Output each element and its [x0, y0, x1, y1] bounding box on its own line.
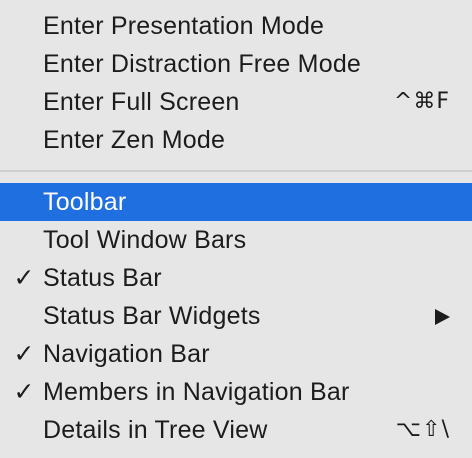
menu-item-label: Toolbar [43, 188, 127, 216]
menu-item-status-bar[interactable]: ✓ Status Bar [0, 259, 472, 297]
submenu-arrow-icon [435, 309, 450, 325]
menu-item-label: Enter Distraction Free Mode [43, 50, 362, 78]
view-appearance-menu: Enter Presentation Mode Enter Distractio… [0, 0, 472, 458]
menu-group-bars: Toolbar Tool Window Bars ✓ Status Bar St… [0, 183, 472, 449]
menu-item-tool-window-bars[interactable]: Tool Window Bars [0, 221, 472, 259]
menu-item-enter-full-screen[interactable]: Enter Full Screen ^⌘F [0, 83, 472, 121]
menu-item-status-bar-widgets[interactable]: Status Bar Widgets [0, 297, 472, 335]
menu-item-enter-distraction-free-mode[interactable]: Enter Distraction Free Mode [0, 45, 472, 83]
menu-group-modes: Enter Presentation Mode Enter Distractio… [0, 7, 472, 159]
menu-item-enter-zen-mode[interactable]: Enter Zen Mode [0, 121, 472, 159]
menu-item-enter-presentation-mode[interactable]: Enter Presentation Mode [0, 7, 472, 45]
menu-item-label: Enter Zen Mode [43, 126, 226, 154]
checkmark-icon: ✓ [13, 263, 35, 292]
checkmark-icon: ✓ [13, 377, 35, 406]
menu-item-label: Enter Full Screen [43, 88, 240, 116]
menu-item-label: Navigation Bar [43, 340, 210, 368]
checkmark-icon: ✓ [13, 339, 35, 368]
menu-item-details-in-tree-view[interactable]: Details in Tree View ⌥⇧\ [0, 411, 472, 449]
menu-item-label: Members in Navigation Bar [43, 378, 350, 406]
shortcut-full-screen: ^⌘F [393, 89, 450, 114]
menu-item-label: Tool Window Bars [43, 226, 247, 254]
menu-item-toolbar[interactable]: Toolbar [0, 183, 472, 221]
menu-item-label: Status Bar [43, 264, 162, 292]
shortcut-details-in-tree-view: ⌥⇧\ [395, 417, 450, 442]
menu-item-members-in-navigation-bar[interactable]: ✓ Members in Navigation Bar [0, 373, 472, 411]
menu-item-navigation-bar[interactable]: ✓ Navigation Bar [0, 335, 472, 373]
menu-item-label: Enter Presentation Mode [43, 12, 325, 40]
menu-separator [0, 170, 472, 172]
menu-item-label: Details in Tree View [43, 416, 268, 444]
menu-item-label: Status Bar Widgets [43, 302, 261, 330]
